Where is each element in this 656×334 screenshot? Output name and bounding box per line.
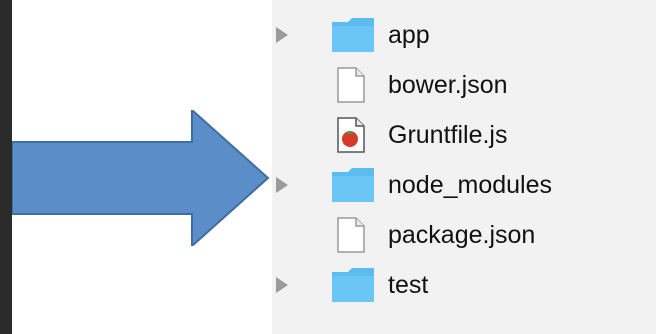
folder-icon [332, 18, 374, 52]
disclosure-triangle-icon[interactable] [276, 177, 288, 193]
pointer-arrow [12, 110, 270, 246]
window-edge [0, 0, 12, 334]
list-item-test[interactable]: test [272, 260, 656, 310]
item-label: test [388, 271, 429, 299]
item-label: Gruntfile.js [388, 121, 508, 149]
item-label: bower.json [388, 71, 508, 99]
item-label: node_modules [388, 171, 553, 199]
list-item-app[interactable]: app [272, 10, 656, 60]
list-item-bower-json[interactable]: bower.json [272, 60, 656, 110]
disclosure-triangle-icon[interactable] [276, 27, 288, 43]
list-item-package-json[interactable]: package.json [272, 210, 656, 260]
list-item-node-modules[interactable]: node_modules [272, 160, 656, 210]
folder-icon [332, 268, 374, 302]
item-label: app [388, 21, 430, 49]
document-icon [337, 217, 365, 253]
js-file-icon [337, 117, 365, 153]
file-list: app bower.json Gruntfile.js node_modules [272, 0, 656, 334]
document-icon [337, 67, 365, 103]
folder-icon [332, 168, 374, 202]
disclosure-triangle-icon[interactable] [276, 277, 288, 293]
list-item-gruntfile-js[interactable]: Gruntfile.js [272, 110, 656, 160]
item-label: package.json [388, 221, 536, 249]
